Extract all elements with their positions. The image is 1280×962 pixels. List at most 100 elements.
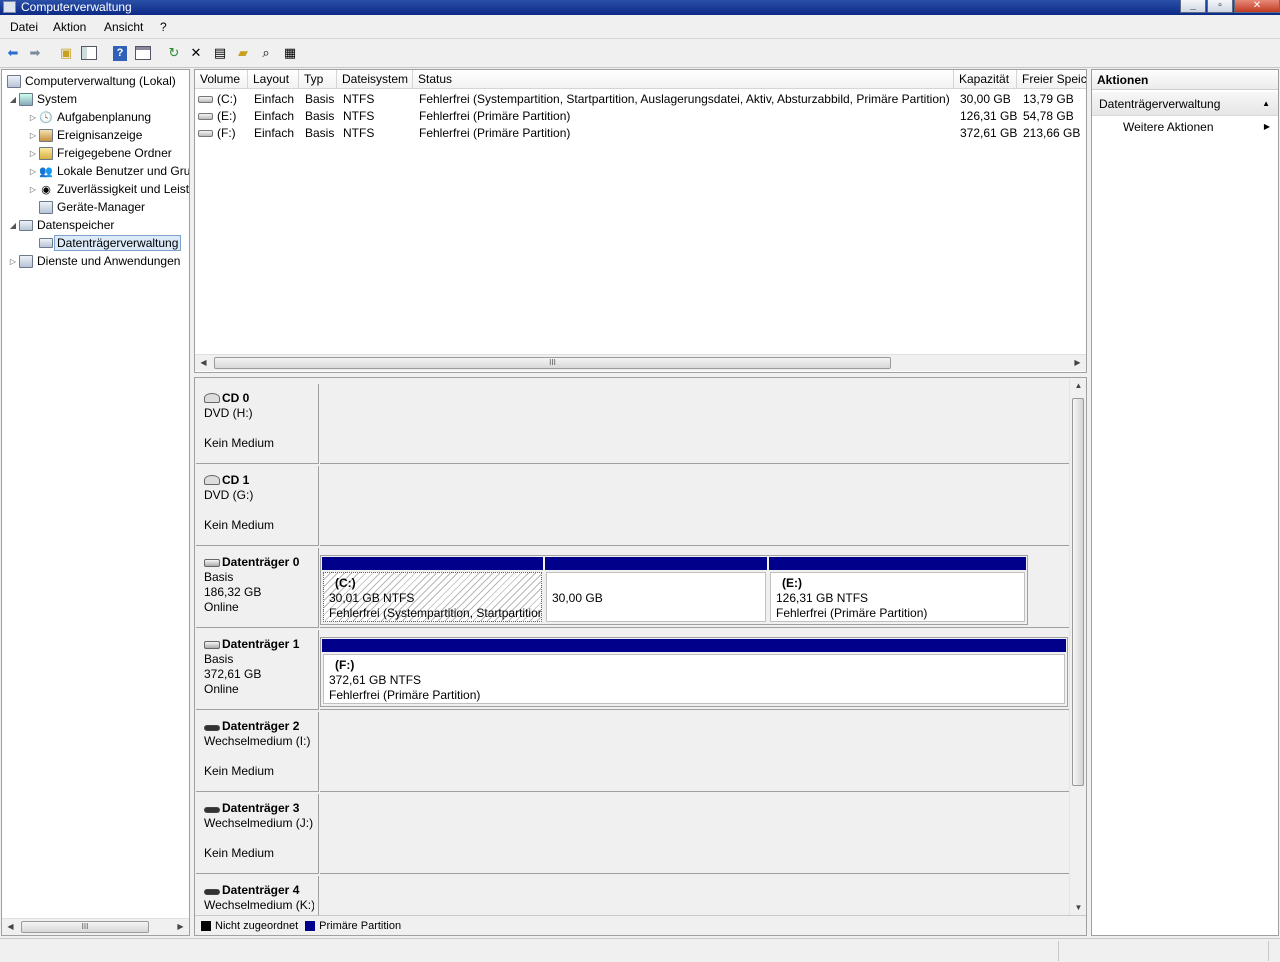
scroll-thumb[interactable]: III <box>214 357 891 369</box>
search-icon[interactable]: ⌕ <box>257 44 275 62</box>
removable-disk-icon <box>204 889 220 895</box>
computer-icon <box>6 73 22 89</box>
disk-area: (C:) 30,01 GB NTFS Fehlerfrei (Systempar… <box>320 548 1069 628</box>
legend-item: Primäre Partition <box>305 920 401 932</box>
actions-section-datentraegerverwaltung[interactable]: Datenträgerverwaltung ▲ <box>1092 92 1278 116</box>
disk-vertical-scrollbar[interactable]: ▲ ▼ <box>1069 378 1086 916</box>
tree-item-system[interactable]: ◢ System <box>8 90 77 108</box>
column-layout[interactable]: Layout <box>248 70 299 89</box>
submenu-arrow-icon: ▶ <box>1263 122 1270 131</box>
tree-item-dienste[interactable]: ▷ Dienste und Anwendungen <box>8 252 181 270</box>
expand-icon[interactable]: ▷ <box>28 149 38 158</box>
disk-row-cd0[interactable]: CD 0 DVD (H:) Kein Medium <box>196 384 1069 464</box>
restore-button[interactable]: ▫ <box>1207 0 1233 13</box>
menu-datei[interactable]: Datei <box>10 20 38 34</box>
disk-info: Datenträger 2 Wechselmedium (I:) Kein Me… <box>196 712 319 792</box>
collapse-up-icon[interactable]: ▲ <box>1262 92 1270 116</box>
console-icon[interactable] <box>134 44 152 62</box>
drive-icon <box>198 130 213 138</box>
table-row[interactable]: (E:) Einfach Basis NTFS Fehlerfrei (Prim… <box>195 108 1086 125</box>
tree-item-geraete-manager[interactable]: Geräte-Manager <box>38 198 145 216</box>
settings-icon[interactable]: ▦ <box>281 44 299 62</box>
scroll-left-icon[interactable]: ◀ <box>2 919 19 935</box>
partition-c[interactable]: (C:) 30,01 GB NTFS Fehlerfrei (Systempar… <box>321 556 544 624</box>
scroll-left-icon[interactable]: ◀ <box>195 355 212 371</box>
expand-icon[interactable]: ▷ <box>8 257 18 266</box>
performance-icon: ◉ <box>41 183 51 196</box>
expand-icon[interactable]: ▷ <box>28 167 38 176</box>
column-dateisystem[interactable]: Dateisystem <box>337 70 413 89</box>
toolbar: ⬅ ➡ ▣ ? ↻ ✕ ▤ ▰ ⌕ ▦ <box>0 40 1280 68</box>
column-kapazitaet[interactable]: Kapazität <box>954 70 1017 89</box>
disk-graphical-view: CD 0 DVD (H:) Kein Medium CD 1 DVD (G:) … <box>194 377 1087 936</box>
delete-icon[interactable]: ✕ <box>187 44 205 62</box>
column-volume[interactable]: Volume <box>195 70 248 89</box>
column-typ[interactable]: Typ <box>299 70 337 89</box>
menu-help[interactable]: ? <box>160 20 167 34</box>
tree-item-ereignisanzeige[interactable]: ▷ Ereignisanzeige <box>28 126 142 144</box>
scroll-thumb[interactable] <box>1072 398 1084 786</box>
tree-item-freigegebene-ordner[interactable]: ▷ Freigegebene Ordner <box>28 144 172 162</box>
menu-ansicht[interactable]: Ansicht <box>104 20 143 34</box>
disk-row-datentraeger-3[interactable]: Datenträger 3 Wechselmedium (J:) Kein Me… <box>196 794 1069 874</box>
forward-icon[interactable]: ➡ <box>26 44 44 62</box>
open-icon[interactable]: ▰ <box>234 44 252 62</box>
partition-unassigned[interactable]: 30,00 GB <box>544 556 768 624</box>
close-button[interactable]: ✕ <box>1234 0 1280 13</box>
up-folder-icon[interactable]: ▣ <box>57 44 75 62</box>
tree-item-zuverlaessigkeit[interactable]: ▷ ◉ Zuverlässigkeit und Leistung <box>28 180 189 198</box>
collapse-icon[interactable]: ◢ <box>8 95 18 104</box>
tree-item-datentraegerverwaltung[interactable]: Datenträgerverwaltung <box>38 234 182 252</box>
tree-item-computerverwaltung[interactable]: Computerverwaltung (Lokal) <box>6 72 176 90</box>
scroll-thumb[interactable]: III <box>21 921 149 933</box>
disk-row-datentraeger-4[interactable]: Datenträger 4 Wechselmedium (K:) <box>196 876 1069 916</box>
scroll-right-icon[interactable]: ▶ <box>1069 355 1086 371</box>
refresh-icon[interactable]: ↻ <box>165 44 183 62</box>
disk-row-datentraeger-1[interactable]: Datenträger 1 Basis 372,61 GB Online (F:… <box>196 630 1069 710</box>
properties-icon[interactable]: ▤ <box>211 44 229 62</box>
actions-pane: Aktionen Datenträgerverwaltung ▲ Weitere… <box>1091 69 1279 936</box>
actions-header: Aktionen <box>1092 70 1278 90</box>
removable-disk-icon <box>204 807 220 813</box>
menu-bar: Datei Aktion Ansicht ? <box>0 15 1280 39</box>
drive-icon <box>198 113 213 121</box>
disk-row-datentraeger-2[interactable]: Datenträger 2 Wechselmedium (I:) Kein Me… <box>196 712 1069 792</box>
legend-swatch-primary <box>305 920 316 931</box>
disk-info: Datenträger 0 Basis 186,32 GB Online <box>196 548 319 628</box>
partition-f[interactable]: (F:) 372,61 GB NTFS Fehlerfrei (Primäre … <box>321 638 1067 706</box>
disk-info: Datenträger 4 Wechselmedium (K:) <box>196 876 319 916</box>
disk-row-datentraeger-0[interactable]: Datenträger 0 Basis 186,32 GB Online (C:… <box>196 548 1069 628</box>
collapse-icon[interactable]: ◢ <box>8 221 18 230</box>
tree-item-lokale-benutzer[interactable]: ▷ 👥 Lokale Benutzer und Gruppen <box>28 162 189 180</box>
scroll-up-icon[interactable]: ▲ <box>1070 378 1086 394</box>
navigation-tree: Computerverwaltung (Lokal) ◢ System ▷ 🕓 … <box>1 69 190 936</box>
tree-horizontal-scrollbar[interactable]: ◀ III ▶ <box>2 918 189 935</box>
removable-disk-icon <box>204 725 220 731</box>
table-row[interactable]: (C:) Einfach Basis NTFS Fehlerfrei (Syst… <box>195 91 1086 108</box>
expand-icon[interactable]: ▷ <box>28 185 38 194</box>
tree-item-aufgabenplanung[interactable]: ▷ 🕓 Aufgabenplanung <box>28 108 151 126</box>
expand-icon[interactable]: ▷ <box>28 113 38 122</box>
title-bar: Computerverwaltung _ ▫ ✕ <box>0 0 1280 15</box>
partition-e[interactable]: (E:) 126,31 GB NTFS Fehlerfrei (Primäre … <box>768 556 1027 624</box>
tree-item-datenspeicher[interactable]: ◢ Datenspeicher <box>8 216 114 234</box>
disk-info: Datenträger 1 Basis 372,61 GB Online <box>196 630 319 710</box>
partition-container: (C:) 30,01 GB NTFS Fehlerfrei (Systempar… <box>320 555 1028 625</box>
window-title: Computerverwaltung <box>21 0 132 14</box>
status-separator <box>1058 941 1059 961</box>
list-horizontal-scrollbar[interactable]: ◀ III ▶ <box>195 354 1086 371</box>
column-freier-speicher[interactable]: Freier Speicherplatz <box>1017 70 1086 89</box>
scroll-down-icon[interactable]: ▼ <box>1070 900 1086 916</box>
show-tree-icon[interactable] <box>80 44 98 62</box>
device-manager-icon <box>38 199 54 215</box>
table-row[interactable]: (F:) Einfach Basis NTFS Fehlerfrei (Prim… <box>195 125 1086 142</box>
column-status[interactable]: Status <box>413 70 954 89</box>
expand-icon[interactable]: ▷ <box>28 131 38 140</box>
help-icon[interactable]: ? <box>111 44 129 62</box>
back-icon[interactable]: ⬅ <box>4 44 22 62</box>
disk-row-cd1[interactable]: CD 1 DVD (G:) Kein Medium <box>196 466 1069 546</box>
scroll-right-icon[interactable]: ▶ <box>172 919 189 935</box>
menu-aktion[interactable]: Aktion <box>53 20 86 34</box>
minimize-button[interactable]: _ <box>1180 0 1206 13</box>
action-weitere-aktionen[interactable]: Weitere Aktionen ▶ <box>1092 117 1278 137</box>
